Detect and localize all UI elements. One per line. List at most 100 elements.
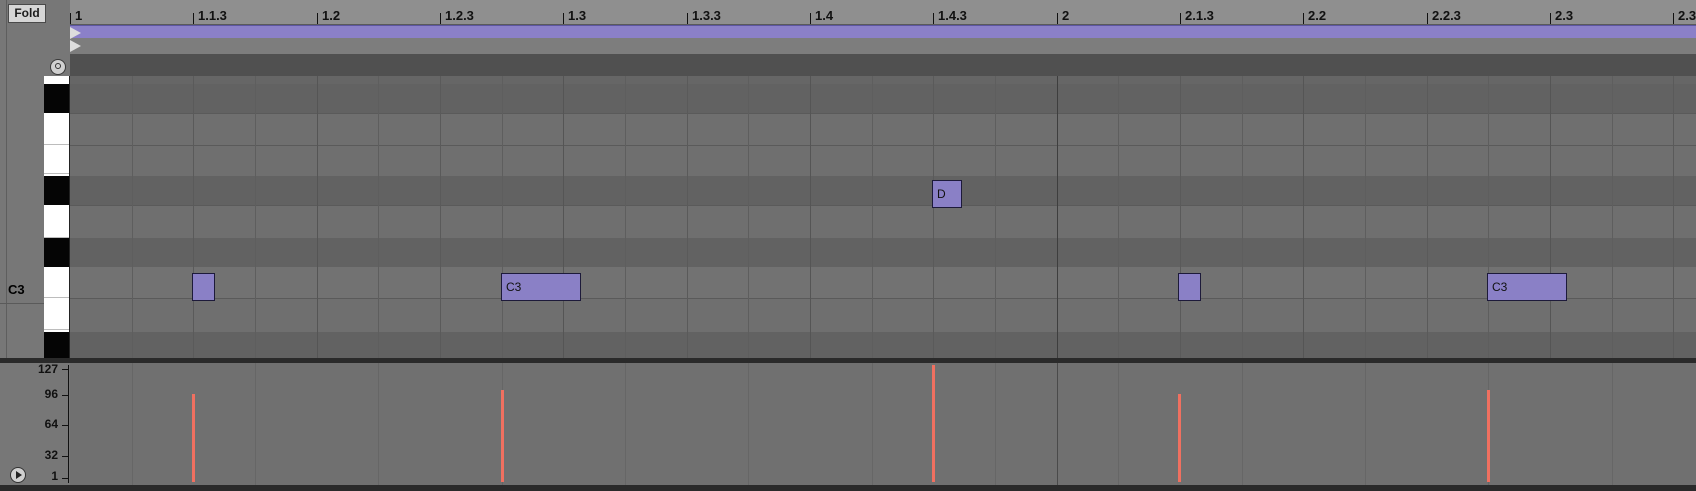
ruler-label: 2.1.3 [1185, 8, 1214, 23]
ruler-label: 2 [1062, 8, 1070, 23]
clip-region-header [70, 54, 1696, 77]
ruler-label: 1.2.3 [445, 8, 474, 23]
end-marker-icon[interactable] [70, 40, 81, 52]
piano-key-black[interactable] [44, 176, 69, 205]
grid-line [378, 76, 379, 358]
panel-divider [6, 0, 7, 358]
velocity-bar[interactable] [192, 393, 195, 482]
midi-note[interactable]: D [932, 180, 962, 208]
grid-line [255, 363, 256, 485]
grid-line [933, 76, 934, 358]
grid-line [317, 76, 318, 358]
grid-line [1303, 76, 1304, 358]
velocity-bar[interactable] [1487, 390, 1490, 482]
ruler-label: 1.1.3 [198, 8, 227, 23]
grid-line [1242, 363, 1243, 485]
grid-line [1365, 76, 1366, 358]
row-line [70, 205, 1696, 206]
midi-note[interactable] [1178, 273, 1201, 301]
piano-key-black[interactable] [44, 332, 69, 358]
ruler-label: 2.2.3 [1432, 8, 1461, 23]
grid-line [995, 363, 996, 485]
bar-line [1057, 363, 1058, 485]
fold-button[interactable]: Fold [8, 4, 46, 23]
ruler-tick [317, 13, 318, 24]
c3-separator [0, 303, 44, 304]
ruler-tick [1303, 13, 1304, 24]
velocity-bar[interactable] [501, 390, 504, 482]
grid-line [1242, 76, 1243, 358]
midi-note[interactable] [192, 273, 215, 301]
velocity-scale-label: 96 [44, 387, 58, 401]
grid-line [193, 76, 194, 358]
grid-lane [70, 238, 1696, 267]
velocity-axis [68, 365, 69, 483]
grid-lane [70, 113, 1696, 145]
grid-line [872, 76, 873, 358]
loop-brace[interactable] [70, 25, 1696, 39]
ruler-tick [1427, 13, 1428, 24]
play-icon[interactable] [10, 467, 26, 483]
ruler-label: 1 [75, 8, 83, 23]
grid-line [132, 363, 133, 485]
ruler-label: 2.3 [1555, 8, 1574, 23]
piano-key-c3[interactable] [44, 267, 69, 298]
grid-line [132, 76, 133, 358]
note-grid[interactable]: C3 D C3 [70, 76, 1696, 358]
grid-line [1550, 76, 1551, 358]
ruler-tick [1550, 13, 1551, 24]
grid-line [1118, 76, 1119, 358]
velocity-bar[interactable] [1178, 393, 1181, 482]
row-line [70, 145, 1696, 146]
grid-line [625, 76, 626, 358]
grid-line [872, 363, 873, 485]
grid-lane [70, 84, 1696, 113]
piano-key-white[interactable] [44, 145, 69, 174]
ruler-tick [810, 13, 811, 24]
ruler-label: 1.3 [568, 8, 587, 23]
piano-key-black[interactable] [44, 238, 69, 267]
grid-line [255, 76, 256, 358]
piano-key-white[interactable] [44, 298, 69, 330]
velocity-bar[interactable] [932, 365, 935, 482]
grid-line [378, 363, 379, 485]
grid-lane-c3 [70, 267, 1696, 298]
ruler-tick [563, 13, 564, 24]
grid-lane [70, 298, 1696, 332]
piano-key-black[interactable] [44, 84, 69, 113]
grid-line [1180, 76, 1181, 358]
bottom-border [0, 485, 1696, 491]
velocity-lane[interactable] [70, 363, 1696, 485]
grid-line [1612, 76, 1613, 358]
velocity-scale-label: 32 [44, 448, 58, 462]
ruler-tick [687, 13, 688, 24]
velocity-scale-label: 127 [37, 362, 58, 376]
grid-line [1118, 363, 1119, 485]
ruler-tick [193, 13, 194, 24]
ruler-label: 2.3 [1678, 8, 1696, 23]
c3-key-label: C3 [8, 282, 25, 297]
grid-lane [70, 332, 1696, 358]
beat-ruler[interactable]: 1 1.1.3 1.2 1.2.3 1.3 1.3.3 1.4 1.4.3 2 … [70, 0, 1696, 25]
ruler-label: 1.4 [815, 8, 834, 23]
ruler-tick [1180, 13, 1181, 24]
grid-line [748, 363, 749, 485]
ruler-label: 2.2 [1308, 8, 1327, 23]
row-line [70, 113, 1696, 114]
piano-keyboard[interactable] [44, 76, 70, 358]
start-marker-icon[interactable] [70, 27, 81, 39]
midi-note[interactable]: C3 [501, 273, 581, 301]
grid-line [748, 76, 749, 358]
piano-key-white[interactable] [44, 205, 69, 238]
ruler-tick [1673, 13, 1674, 24]
ruler-label: 1.2 [322, 8, 341, 23]
ruler-label: 1.3.3 [692, 8, 721, 23]
grid-lane [70, 176, 1696, 205]
midi-note[interactable]: C3 [1487, 273, 1567, 301]
piano-key-white[interactable] [44, 113, 69, 145]
row-line [70, 298, 1696, 299]
preview-headphones-icon[interactable] [50, 59, 66, 75]
grid-line [1365, 363, 1366, 485]
bar-line [1057, 76, 1058, 358]
grid-line [502, 76, 503, 358]
